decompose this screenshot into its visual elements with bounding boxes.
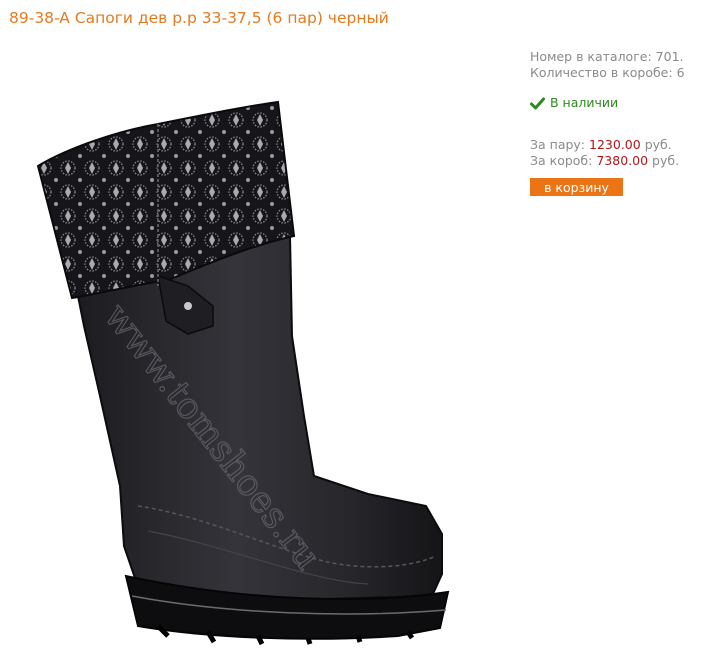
price-per-box-value: 7380.00 [596,153,649,168]
add-to-cart-button[interactable]: в корзину [530,178,623,196]
price-block: За пару: 1230.00 руб. За короб: 7380.00 … [530,137,705,169]
catalog-number-value: 701. [655,49,684,64]
price-per-pair-value: 1230.00 [589,137,641,152]
price-per-box-label: За короб: [530,153,593,168]
product-image[interactable]: www.tomshoes.ru [8,36,520,646]
box-quantity-row: Количество в коробе: 6 [530,65,705,81]
catalog-number-label: Номер в каталоге: [530,49,652,64]
box-quantity-value: 6 [676,65,685,80]
stock-status: В наличии [530,95,705,111]
price-per-pair-label: За пару: [530,137,586,152]
box-quantity-label: Количество в коробе: [530,65,673,80]
catalog-number-row: Номер в каталоге: 701. [530,49,705,65]
price-per-box-row: За короб: 7380.00 руб. [530,153,705,169]
currency-label: руб. [652,153,680,168]
price-per-pair-row: За пару: 1230.00 руб. [530,137,705,153]
product-info-panel: Номер в каталоге: 701. Количество в коро… [530,49,705,196]
boot-illustration [36,100,450,646]
checkmark-icon [530,97,545,110]
stock-status-label: В наличии [550,95,619,110]
product-title: 89-38-A Сапоги дев р.р 33-37,5 (6 пар) ч… [9,9,389,27]
currency-label: руб. [644,137,672,152]
